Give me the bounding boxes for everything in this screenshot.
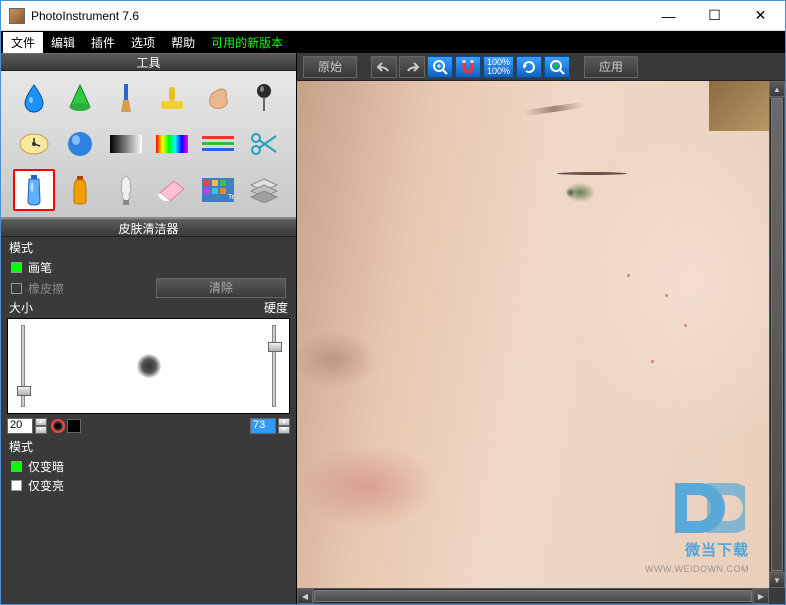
brush-tool[interactable] [105, 77, 147, 119]
right-panel: 原始 100% 100% 应用 [297, 53, 785, 604]
app-window: PhotoInstrument 7.6 — ☐ ✕ 文件 编辑 插件 选项 帮助… [0, 0, 786, 605]
tube-tool[interactable] [13, 169, 55, 211]
options-panel-header: 皮肤清洁器 [1, 219, 296, 237]
menu-options[interactable]: 选项 [123, 32, 163, 53]
size-slider-thumb[interactable] [17, 386, 31, 396]
hardness-down-icon[interactable]: ▼ [278, 426, 290, 434]
zoom-in-button[interactable] [427, 56, 453, 78]
hardness-input[interactable]: 73 [250, 418, 276, 434]
vertical-scrollbar[interactable]: ▲ ▼ [769, 81, 785, 588]
zoom-out-button[interactable] [544, 56, 570, 78]
bottle-tool[interactable] [59, 169, 101, 211]
menu-edit[interactable]: 编辑 [43, 32, 83, 53]
mode-label-2: 模式 [1, 436, 296, 457]
magnet-button[interactable] [455, 56, 481, 78]
hardness-slider-thumb[interactable] [268, 342, 282, 352]
menu-file[interactable]: 文件 [3, 32, 43, 53]
darken-label: 仅变暗 [28, 458, 64, 475]
bulb-tool[interactable] [105, 169, 147, 211]
clear-button[interactable]: 清除 [156, 278, 286, 298]
size-down-icon[interactable]: ▼ [35, 426, 47, 434]
gradient-gray-tool[interactable] [105, 123, 147, 165]
scroll-left-icon[interactable]: ◀ [297, 588, 313, 604]
color-swatch[interactable] [67, 419, 81, 433]
options-area: 模式 画笔 橡皮擦 清除 大小 硬度 [1, 237, 296, 604]
apply-button[interactable]: 应用 [584, 56, 638, 78]
layers-tool[interactable] [243, 169, 285, 211]
pin-tool[interactable] [243, 77, 285, 119]
hardness-spinner[interactable]: ▲ ▼ [278, 418, 290, 434]
canvas-wrap: 微当下载 WWW.WEIDOWN.COM ▲ ▼ [297, 81, 785, 588]
watermark-url: WWW.WEIDOWN.COM [645, 564, 749, 574]
rotate-button[interactable] [516, 56, 542, 78]
scroll-down-icon[interactable]: ▼ [769, 572, 785, 588]
brush-mode-checkbox[interactable] [11, 262, 22, 273]
hardness-label: 硬度 [264, 299, 288, 316]
levels-tool[interactable] [197, 123, 239, 165]
water-drop-tool[interactable] [13, 77, 55, 119]
photo-image: 微当下载 WWW.WEIDOWN.COM [297, 81, 769, 588]
window-title: PhotoInstrument 7.6 [31, 9, 646, 23]
close-button[interactable]: ✕ [738, 2, 783, 30]
mosaic-tool[interactable]: Text [197, 169, 239, 211]
brush-mode-label: 画笔 [28, 259, 52, 276]
scroll-corner [769, 588, 785, 604]
zoom-readout[interactable]: 100% 100% [483, 56, 514, 78]
scroll-right-icon[interactable]: ▶ [753, 588, 769, 604]
eraser-mode-label: 橡皮擦 [28, 280, 64, 297]
left-panel: 工具 Text 皮肤清洁器 [1, 53, 297, 604]
size-label: 大小 [9, 299, 33, 316]
clock-tool[interactable] [13, 123, 55, 165]
smudge-tool[interactable] [197, 77, 239, 119]
size-input[interactable]: 20 [7, 418, 33, 434]
zoom-bottom: 100% [487, 67, 510, 76]
h-scroll-thumb[interactable] [314, 590, 752, 602]
hardness-slider[interactable] [272, 325, 276, 407]
window-controls: — ☐ ✕ [646, 2, 783, 30]
size-slider[interactable] [21, 325, 25, 407]
app-icon [9, 8, 25, 24]
brush-preview [38, 319, 259, 413]
original-button[interactable]: 原始 [303, 56, 357, 78]
brush-dot-icon [137, 354, 161, 378]
content-area: 工具 Text 皮肤清洁器 [1, 53, 785, 604]
canvas-toolbar: 原始 100% 100% 应用 [297, 53, 785, 81]
lighten-label: 仅变亮 [28, 477, 64, 494]
stamp-tool[interactable] [151, 77, 193, 119]
v-scroll-thumb[interactable] [771, 98, 783, 571]
menu-new-version[interactable]: 可用的新版本 [203, 32, 291, 53]
undo-button[interactable] [371, 56, 397, 78]
horizontal-scrollbar[interactable]: ◀ ▶ [297, 588, 769, 604]
maximize-button[interactable]: ☐ [692, 2, 737, 30]
menu-plugins[interactable]: 插件 [83, 32, 123, 53]
redo-button[interactable] [399, 56, 425, 78]
sphere-tool[interactable] [59, 123, 101, 165]
scroll-up-icon[interactable]: ▲ [769, 81, 785, 97]
watermark-brand: 微当下载 [685, 539, 749, 560]
mode-label-1: 模式 [1, 237, 296, 258]
eraser-mode-checkbox[interactable] [11, 283, 22, 294]
eraser-tool[interactable] [151, 169, 193, 211]
cone-tool[interactable] [59, 77, 101, 119]
minimize-button[interactable]: — [646, 2, 691, 30]
scissors-tool[interactable] [243, 123, 285, 165]
menu-help[interactable]: 帮助 [163, 32, 203, 53]
size-spinner[interactable]: ▲ ▼ [35, 418, 47, 434]
color-radio[interactable] [51, 419, 65, 433]
canvas[interactable]: 微当下载 WWW.WEIDOWN.COM [297, 81, 769, 588]
watermark-logo-icon [665, 468, 745, 548]
size-up-icon[interactable]: ▲ [35, 418, 47, 426]
tools-panel-header: 工具 [1, 53, 296, 71]
menubar: 文件 编辑 插件 选项 帮助 可用的新版本 [1, 31, 785, 53]
titlebar: PhotoInstrument 7.6 — ☐ ✕ [1, 1, 785, 31]
lighten-checkbox[interactable] [11, 480, 22, 491]
darken-checkbox[interactable] [11, 461, 22, 472]
hardness-up-icon[interactable]: ▲ [278, 418, 290, 426]
tools-grid: Text [1, 71, 296, 219]
svg-text:Text: Text [228, 194, 234, 201]
rainbow-tool[interactable] [151, 123, 193, 165]
brush-preview-area [7, 318, 290, 414]
